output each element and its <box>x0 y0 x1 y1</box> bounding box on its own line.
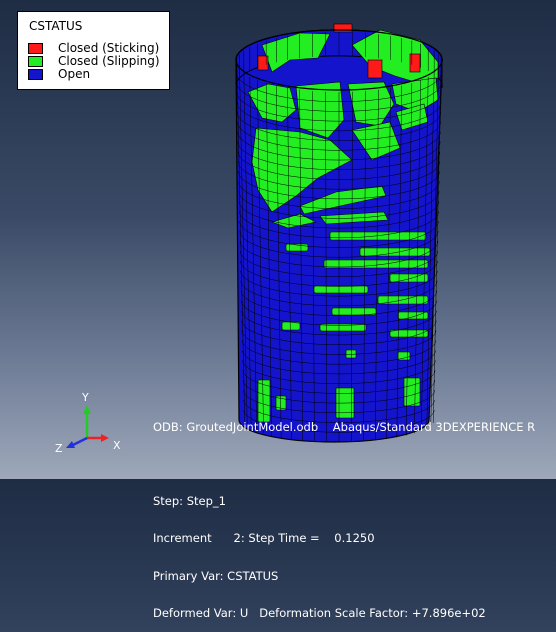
legend-label-sticking: Closed (Sticking) <box>58 41 160 55</box>
info-spacer <box>153 458 556 470</box>
deformed-var-line: Deformed Var: U Deformation Scale Factor… <box>153 605 486 620</box>
primary-var-line: Primary Var: CSTATUS <box>153 568 279 583</box>
y-arrow-head-icon <box>83 405 91 414</box>
legend-swatch-slipping <box>28 56 43 67</box>
triad-x-label: X <box>113 439 121 452</box>
legend-item-open: Open <box>28 67 173 81</box>
legend-item-slipping: Closed (Slipping) <box>28 54 173 68</box>
odb-info-line: ODB: GroutedJointModel.odb Abaqus/Standa… <box>153 419 536 434</box>
legend-label-slipping: Closed (Slipping) <box>58 54 160 68</box>
x-arrow-head-icon <box>101 434 109 442</box>
info-block: ODB: GroutedJointModel.odb Abaqus/Standa… <box>153 396 556 632</box>
z-axis-arrow <box>72 436 88 447</box>
legend-box: CSTATUS Closed (Sticking) Closed (Slippi… <box>17 11 170 90</box>
step-info-line: Step: Step_1 <box>153 494 226 509</box>
increment-info-line: Increment 2: Step Time = 0.1250 <box>153 531 375 546</box>
legend-label-open: Open <box>58 67 91 81</box>
legend-title: CSTATUS <box>29 19 83 33</box>
axis-triad[interactable]: Y X Z <box>50 388 140 463</box>
cylinder-mesh <box>235 23 443 443</box>
triad-y-label: Y <box>82 391 89 404</box>
legend-swatch-open <box>28 69 43 80</box>
triad-z-label: Z <box>55 442 63 455</box>
legend-swatch-sticking <box>28 43 43 54</box>
